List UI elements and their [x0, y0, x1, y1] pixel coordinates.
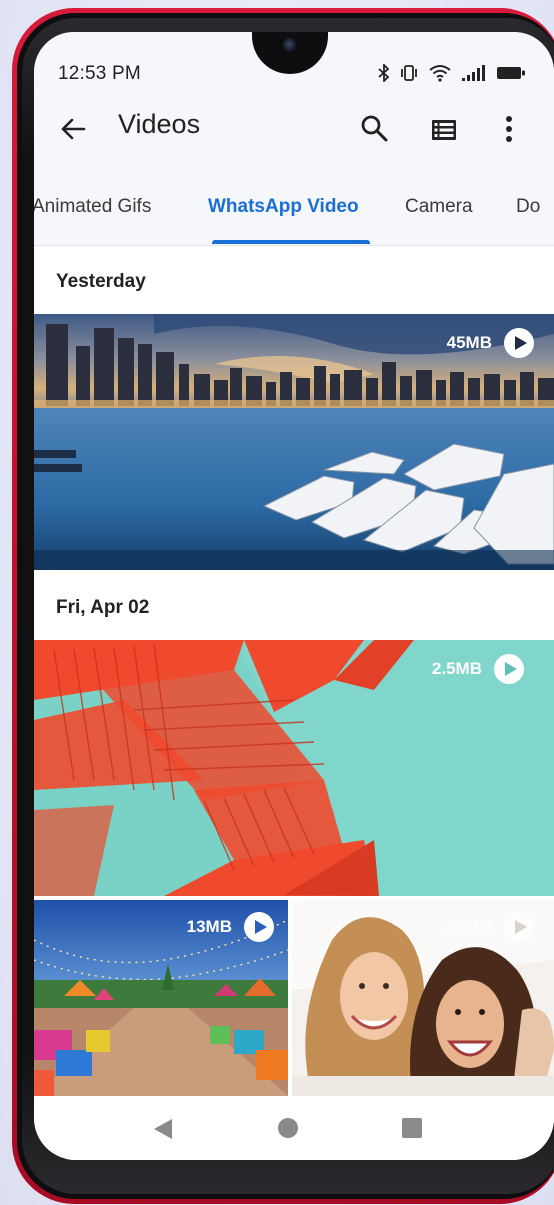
- tab-camera[interactable]: Camera: [405, 196, 473, 218]
- video-thumbnail-city-marina[interactable]: 45MB: [34, 314, 554, 570]
- list-view-icon[interactable]: [428, 114, 460, 146]
- tab-downloads[interactable]: Do: [516, 196, 540, 218]
- vibrate-icon: [401, 65, 417, 81]
- video-thumbnail-two-women-selfie[interactable]: 37MB: [292, 900, 554, 1096]
- arrow-left-icon[interactable]: [56, 112, 90, 146]
- status-icons: [378, 62, 526, 84]
- status-time: 12:53 PM: [58, 63, 141, 84]
- video-size-badge: 37MB: [447, 912, 534, 942]
- signal-icon: [462, 65, 485, 81]
- video-size-label: 37MB: [446, 917, 492, 936]
- video-size-label: 2.5MB: [431, 659, 482, 678]
- tab-whatsapp-video[interactable]: WhatsApp Video: [208, 196, 359, 218]
- video-thumbnail-red-staircase[interactable]: 2.5MB: [34, 640, 554, 896]
- tab-bar: Animated Gifs WhatsApp Video Camera Do: [34, 184, 554, 246]
- battery-icon: [497, 67, 525, 79]
- wifi-icon: [429, 65, 451, 82]
- video-size-label: 13MB: [186, 917, 232, 936]
- nav-home-icon[interactable]: [278, 1118, 298, 1138]
- front-camera-icon: [283, 38, 297, 52]
- page-title: Videos: [118, 109, 201, 139]
- search-icon[interactable]: [358, 112, 390, 144]
- play-icon[interactable]: [244, 912, 274, 942]
- phone-screen: 12:53 PM Videos Animated Gifs WhatsApp V…: [34, 32, 554, 1160]
- section-header-yesterday: Yesterday: [56, 271, 146, 292]
- play-icon[interactable]: [504, 328, 534, 358]
- section-header-fri-apr-02: Fri, Apr 02: [56, 597, 150, 618]
- video-size-badge: 45MB: [447, 328, 534, 358]
- video-size-label: 45MB: [446, 333, 492, 352]
- nav-back-icon[interactable]: [152, 1118, 174, 1140]
- tab-animated-gifs[interactable]: Animated Gifs: [34, 196, 151, 218]
- video-size-badge: 2.5MB: [432, 654, 524, 684]
- bluetooth-icon: [378, 64, 390, 82]
- play-icon[interactable]: [494, 654, 524, 684]
- play-icon[interactable]: [504, 912, 534, 942]
- video-size-badge: 13MB: [187, 912, 274, 942]
- active-tab-indicator: [212, 240, 370, 244]
- video-thumbnail-festive-plaza[interactable]: 13MB: [34, 900, 288, 1096]
- more-vert-icon[interactable]: [496, 112, 522, 146]
- nav-recents-icon[interactable]: [402, 1118, 422, 1138]
- system-nav-bar: [34, 1096, 554, 1160]
